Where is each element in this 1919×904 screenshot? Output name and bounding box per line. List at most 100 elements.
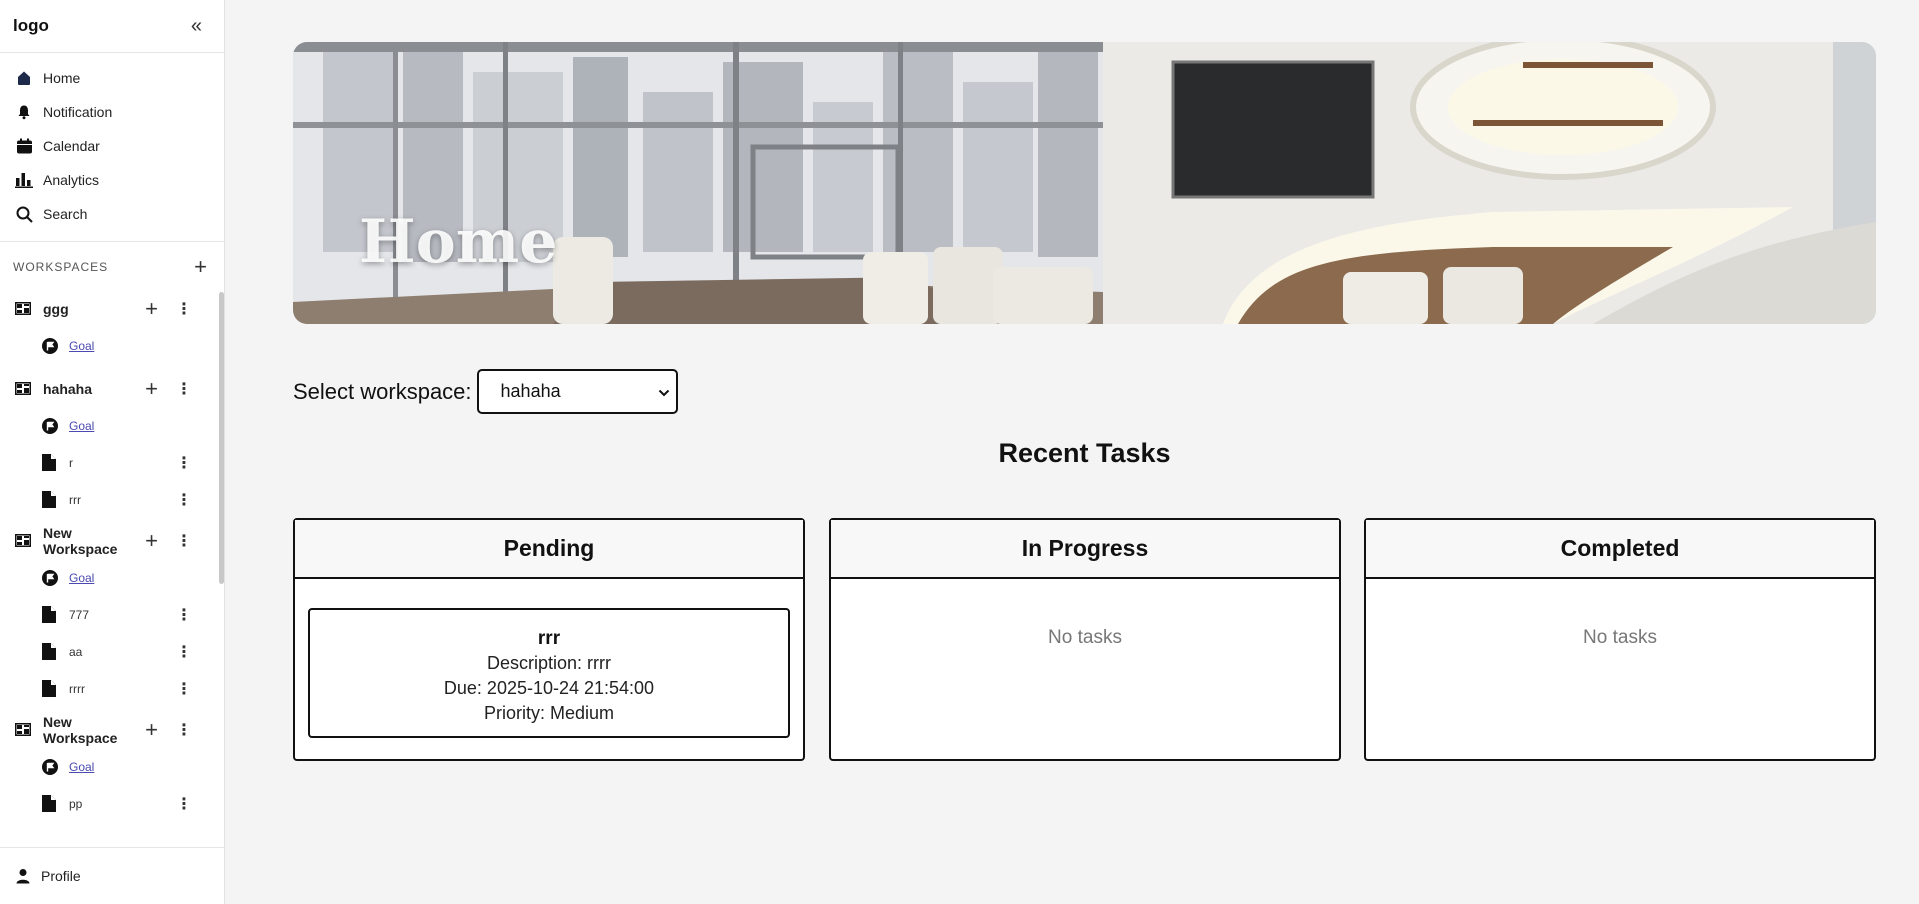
banner-title: Home [359,207,558,277]
workspace-item-page[interactable]: rrr ⋮ [0,481,220,518]
home-icon [15,69,33,87]
workspace-item-goal[interactable]: Goal [0,559,220,596]
nav-label: Analytics [43,172,100,188]
workspace-item-goal[interactable]: Goal [0,748,220,785]
item-label: pp [69,796,83,811]
item-label: aa [69,644,83,659]
workspace-name: ggg [43,300,69,317]
workspace-item-goal[interactable]: Goal [0,407,220,444]
workspace-name: New Workspace [43,524,118,557]
document-icon [42,606,60,623]
workspace-item-goal[interactable]: Goal [0,327,220,364]
search-icon [15,205,33,223]
workspace-icon [15,382,33,395]
add-page-button[interactable]: + [145,529,158,552]
home-banner: Home [293,42,1876,324]
item-label: rrrr [69,681,85,696]
more-options-icon[interactable]: ⋮ [176,299,192,319]
flag-icon [42,758,60,775]
workspace-name: New Workspace [43,713,118,746]
workspace-name: hahaha [43,380,93,397]
workspace-row[interactable]: ggg + ⋮ [0,290,220,327]
item-label: 777 [69,607,90,622]
document-icon [42,680,60,697]
item-label[interactable]: Goal [69,571,192,585]
more-options-icon[interactable]: ⋮ [176,679,192,699]
selected-workspace: hahaha [500,381,561,401]
bar-chart-icon [15,171,33,189]
more-options-icon[interactable]: ⋮ [176,453,192,473]
nav-label: Calendar [43,138,100,154]
workspace-item-page[interactable]: r ⋮ [0,444,220,481]
workspace-icon [15,723,33,736]
document-icon [42,643,60,660]
column-title: Completed [1366,520,1874,579]
sidebar: logo « Home Notification Calendar Analyt… [0,0,225,904]
nav-item-search[interactable]: Search [0,197,224,231]
task-priority: Priority: Medium [483,703,615,723]
item-label[interactable]: Goal [69,760,192,774]
workspace-row[interactable]: hahaha + ⋮ [0,370,220,407]
workspace-icon [15,302,33,315]
recent-tasks-title: Recent Tasks [998,438,1171,468]
add-page-button[interactable]: + [145,718,158,741]
flag-icon [42,417,60,434]
nav-item-calendar[interactable]: Calendar [0,129,224,163]
add-workspace-button[interactable]: + [194,256,207,278]
in-progress-column: In Progress No tasks [829,518,1341,761]
workspace-row[interactable]: New Workspace + ⋮ [0,711,220,748]
nav-item-home[interactable]: Home [0,61,224,95]
select-workspace-label: Select workspace: [293,378,472,404]
workspace-item-page[interactable]: 777 ⋮ [0,596,220,633]
nav-item-notification[interactable]: Notification [0,95,224,129]
workspace-item-page[interactable]: aa ⋮ [0,633,220,670]
workspace-icon [15,534,33,547]
sidebar-header: logo « [0,0,224,53]
add-page-button[interactable]: + [145,297,158,320]
nav-label: Notification [43,104,113,120]
bell-icon [15,103,33,121]
empty-state: No tasks [1048,627,1122,648]
calendar-icon [15,137,33,155]
user-icon [15,868,31,884]
document-icon [42,491,60,508]
item-label[interactable]: Goal [69,339,192,353]
workspace-row[interactable]: New Workspace + ⋮ [0,522,220,559]
nav-label: Search [43,206,88,222]
column-title: In Progress [831,520,1339,579]
more-options-icon[interactable]: ⋮ [176,531,192,551]
flag-icon [42,337,60,354]
pending-column: Pending rrr Description: rrrr Due: 2025-… [293,518,805,761]
workspace-select-row: Select workspace: hahaha [293,369,678,414]
more-options-icon[interactable]: ⋮ [176,490,192,510]
add-page-button[interactable]: + [145,377,158,400]
workspaces-header: WORKSPACES + [0,242,224,292]
profile-label: Profile [41,868,81,884]
completed-column: Completed No tasks [1364,518,1876,761]
sidebar-scrollbar[interactable] [219,292,224,584]
column-title: Pending [295,520,803,579]
nav-label: Home [43,70,81,86]
main-nav: Home Notification Calendar Analytics Sea… [0,53,224,242]
more-options-icon[interactable]: ⋮ [176,794,192,814]
workspace-item-page[interactable]: pp ⋮ [0,785,220,822]
task-title: rrr [537,628,561,649]
item-label[interactable]: Goal [69,419,192,433]
workspace-item-page[interactable]: rrrr ⋮ [0,670,220,707]
document-icon [42,795,60,812]
empty-state: No tasks [1583,627,1657,648]
more-options-icon[interactable]: ⋮ [176,642,192,662]
item-label: rrr [69,492,81,507]
task-card[interactable]: rrr Description: rrrr Due: 2025-10-24 21… [308,608,790,738]
chevron-down-icon [658,381,670,402]
logo: logo [13,16,49,35]
more-options-icon[interactable]: ⋮ [176,379,192,399]
more-options-icon[interactable]: ⋮ [176,605,192,625]
nav-item-analytics[interactable]: Analytics [0,163,224,197]
collapse-sidebar-icon[interactable]: « [191,15,202,38]
workspace-list: ggg + ⋮ Goal hahaha + ⋮ Goal r ⋮ rrr ⋮ N… [0,290,220,835]
profile-link[interactable]: Profile [0,847,224,904]
workspaces-title: WORKSPACES [13,260,109,274]
workspace-select[interactable]: hahaha [476,369,678,414]
more-options-icon[interactable]: ⋮ [176,720,192,740]
